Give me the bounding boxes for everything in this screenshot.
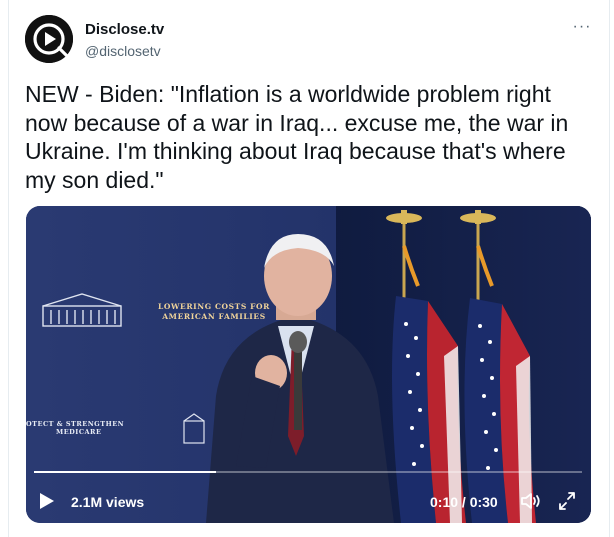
volume-button[interactable] [520,491,542,511]
progress-bar[interactable] [34,471,582,473]
sign-line-1: Lowering Costs For [158,302,270,311]
fullscreen-icon [559,492,575,510]
video-player[interactable]: Lowering Costs For American Families ote… [26,206,591,523]
fullscreen-button[interactable] [556,491,578,511]
video-time: 0:10 / 0:30 [430,494,498,510]
volume-icon [521,493,540,509]
video-controls: 2.1M views 0:10 / 0:30 [26,482,591,520]
user-handle[interactable]: @disclosetv [85,41,164,61]
tweet-card[interactable]: Disclose.tv @disclosetv ··· NEW - Biden:… [8,0,610,537]
play-logo-icon [25,15,73,63]
author-names: Disclose.tv @disclosetv [85,21,164,61]
display-name[interactable]: Disclose.tv [85,21,164,39]
avatar[interactable] [25,15,73,63]
play-button[interactable] [38,491,56,511]
video-frame [26,206,591,523]
sign-line-2: American Families [162,312,266,321]
view-count: 2.1M views [71,494,145,510]
progress-fill [34,471,217,473]
play-icon [40,493,54,509]
tweet-header: Disclose.tv @disclosetv ··· [25,15,595,67]
more-options-button[interactable]: ··· [571,19,593,39]
sign-left-line-2: Medicare [56,428,102,436]
sign-left-line-1: otect & Strengthen [26,420,125,428]
tweet-text: NEW - Biden: "Inflation is a worldwide p… [25,81,569,193]
